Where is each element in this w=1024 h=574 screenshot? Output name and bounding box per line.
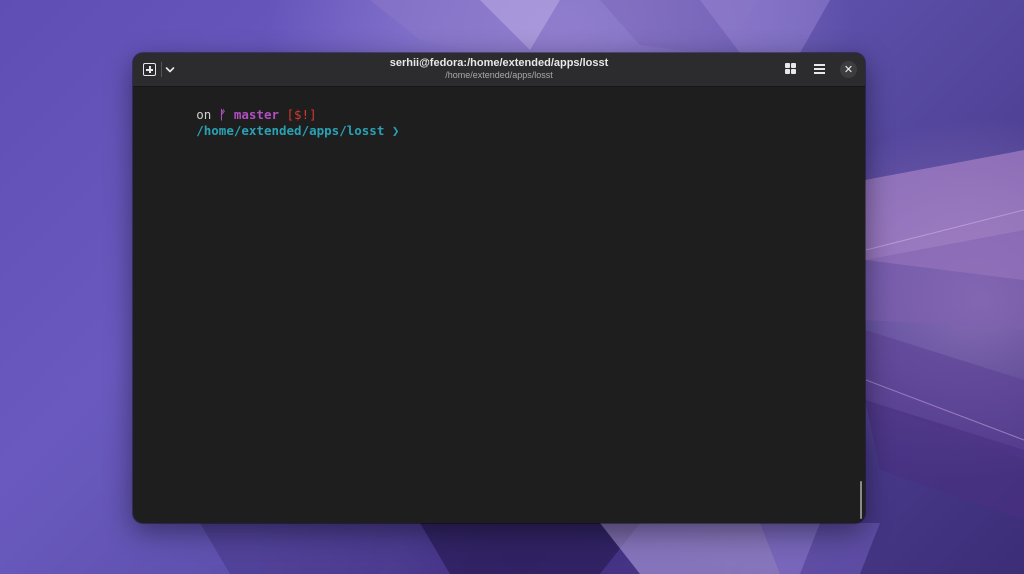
tab-menu-button[interactable] xyxy=(163,61,177,78)
close-icon: ✕ xyxy=(843,63,854,76)
hamburger-icon xyxy=(814,68,825,70)
window-title: serhii@fedora:/home/extended/apps/losst xyxy=(389,57,609,69)
terminal-line-prompt: /home/extended/apps/losst ❯ xyxy=(136,107,399,155)
grid-icon xyxy=(791,63,796,68)
grid-icon xyxy=(785,63,790,68)
terminal-window: serhii@fedora:/home/extended/apps/losst … xyxy=(133,53,865,523)
scrollbar[interactable] xyxy=(860,481,862,519)
desktop: serhii@fedora:/home/extended/apps/losst … xyxy=(0,0,1024,574)
window-title-block: serhii@fedora:/home/extended/apps/losst … xyxy=(333,57,665,81)
tab-overview-button[interactable] xyxy=(785,63,797,75)
grid-icon xyxy=(785,69,790,74)
new-tab-button[interactable] xyxy=(141,61,158,78)
close-button[interactable]: ✕ xyxy=(840,61,857,78)
prompt-symbol: ❯ xyxy=(384,123,400,138)
window-subtitle: /home/extended/apps/losst xyxy=(445,70,553,80)
main-menu-button[interactable] xyxy=(814,63,826,75)
headerbar: serhii@fedora:/home/extended/apps/losst … xyxy=(133,53,865,87)
chevron-down-icon xyxy=(165,67,175,73)
new-tab-icon xyxy=(143,63,156,76)
hamburger-icon xyxy=(814,64,825,66)
header-separator xyxy=(161,62,162,77)
grid-icon xyxy=(791,69,796,74)
prompt-path: /home/extended/apps/losst xyxy=(196,123,385,138)
hamburger-icon xyxy=(814,72,825,74)
terminal-output[interactable]: on ᚠ master [$!] /home/extended/apps/los… xyxy=(133,87,865,523)
